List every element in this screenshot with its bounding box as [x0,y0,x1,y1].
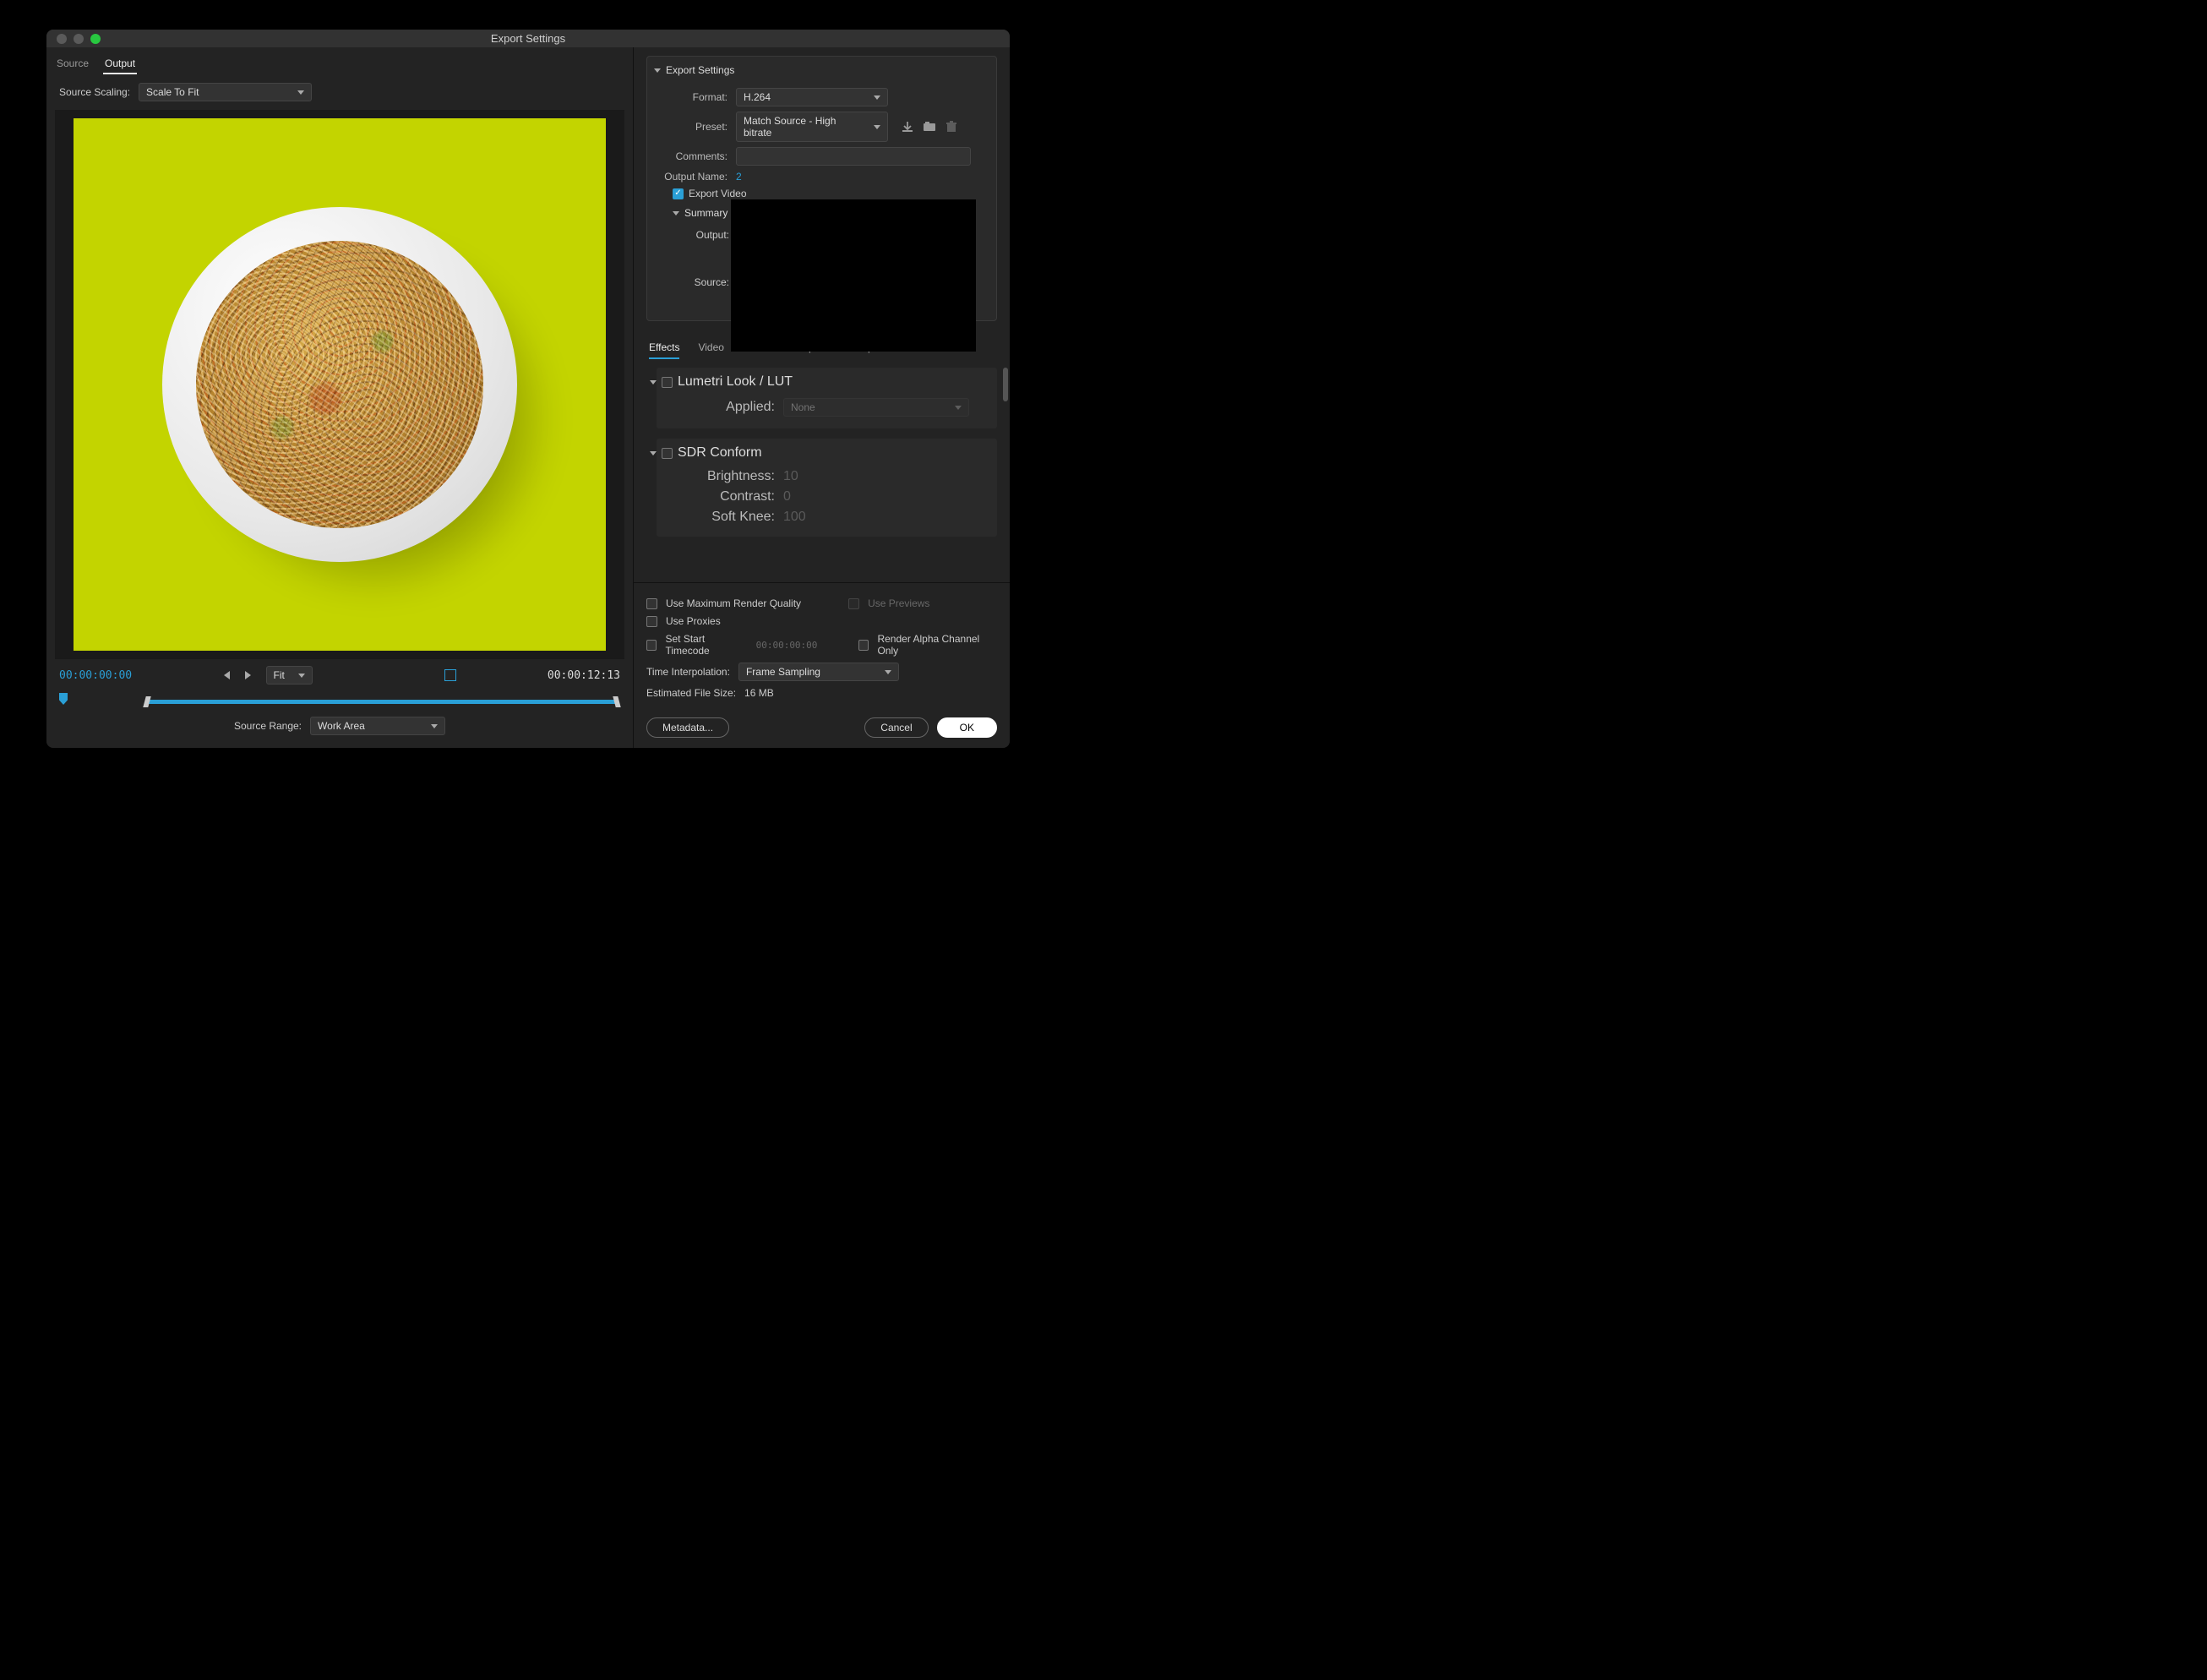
traffic-lights [46,34,101,44]
redacted-area [731,199,976,352]
tab-source[interactable]: Source [55,54,90,74]
start-timecode-checkbox[interactable] [646,640,657,651]
source-range-select[interactable]: Work Area [310,717,445,735]
preview-viewport [55,110,624,659]
tab-output[interactable]: Output [103,54,137,74]
chevron-down-icon [874,125,880,129]
playhead-icon[interactable] [59,693,68,705]
lumetri-header[interactable]: Lumetri Look / LUT [650,374,987,390]
window-title: Export Settings [491,32,565,45]
settings-panel: Export Settings Format: H.264 Preset: Ma… [634,47,1010,748]
next-frame-button[interactable] [245,671,251,679]
chevron-down-icon [885,670,891,674]
import-preset-icon[interactable] [923,120,936,134]
chevron-down-icon [654,68,661,73]
work-area-bar[interactable] [148,700,616,704]
max-render-checkbox[interactable] [646,598,657,609]
use-previews-label: Use Previews [868,597,929,609]
output-name-link[interactable]: 2 [736,171,742,183]
render-alpha-checkbox[interactable] [858,640,869,651]
cancel-button[interactable]: Cancel [864,717,928,738]
max-render-label: Use Maximum Render Quality [666,597,801,609]
use-proxies-checkbox[interactable] [646,616,657,627]
export-settings-header[interactable]: Export Settings [654,62,989,83]
tab-video[interactable]: Video [698,341,723,359]
export-video-checkbox[interactable] [673,188,684,199]
export-video-label: Export Video [689,188,747,199]
delete-preset-icon[interactable] [945,120,958,134]
source-range-label: Source Range: [234,720,302,732]
est-size-label: Estimated File Size: [646,687,736,699]
render-options: Use Maximum Render Quality Use Previews … [634,582,1010,713]
aspect-ratio-icon[interactable] [444,669,456,681]
comments-label: Comments: [654,150,736,162]
format-select[interactable]: H.264 [736,88,888,106]
preset-label: Preset: [654,121,736,133]
zoom-select[interactable]: Fit [266,666,313,685]
prev-frame-button[interactable] [224,671,230,679]
time-interpolation-label: Time Interpolation: [646,666,730,678]
chevron-down-icon [297,90,304,95]
preview-panel: Source Output Source Scaling: Scale To F… [46,47,634,748]
render-alpha-label: Render Alpha Channel Only [877,633,997,657]
output-name-label: Output Name: [654,171,736,183]
chevron-down-icon [955,406,962,410]
lumetri-checkbox[interactable] [662,377,673,388]
timeline-track[interactable] [59,693,620,710]
sdr-checkbox[interactable] [662,448,673,459]
chevron-down-icon [650,451,657,455]
minimize-window-icon[interactable] [74,34,84,44]
tab-effects[interactable]: Effects [649,341,679,359]
chevron-down-icon [650,380,657,385]
preview-image [74,118,606,651]
time-interpolation-select[interactable]: Frame Sampling [738,663,899,681]
chevron-down-icon [431,724,438,728]
applied-label: Applied: [667,400,783,415]
start-timecode-label: Set Start Timecode [665,633,747,657]
metadata-button[interactable]: Metadata... [646,717,729,738]
scrollbar[interactable] [1003,368,1008,401]
brightness-value[interactable]: 10 [783,469,798,484]
est-size-value: 16 MB [744,687,774,699]
softknee-label: Soft Knee: [667,510,783,525]
use-proxies-label: Use Proxies [666,615,721,627]
softknee-value[interactable]: 100 [783,510,806,525]
save-preset-icon[interactable] [901,120,914,134]
chevron-down-icon [874,95,880,100]
source-scaling-select[interactable]: Scale To Fit [139,83,312,101]
timeline: 00:00:00:00 Fit 00:00:12:13 [46,659,633,748]
titlebar: Export Settings [46,30,1010,47]
sdr-header[interactable]: SDR Conform [650,445,987,461]
export-settings-window: Export Settings Source Output Source Sca… [46,30,1010,748]
contrast-value[interactable]: 0 [783,489,791,505]
close-window-icon[interactable] [57,34,67,44]
format-label: Format: [654,91,736,103]
duration-timecode: 00:00:12:13 [548,669,620,682]
brightness-label: Brightness: [667,469,783,484]
comments-input[interactable] [736,147,971,166]
ok-button[interactable]: OK [937,717,997,738]
zoom-window-icon[interactable] [90,34,101,44]
use-previews-checkbox [848,598,859,609]
preset-select[interactable]: Match Source - High bitrate [736,112,888,142]
chevron-down-icon [298,674,305,678]
contrast-label: Contrast: [667,489,783,505]
chevron-down-icon [673,211,679,215]
start-timecode-value: 00:00:00:00 [756,640,818,651]
effects-body: Lumetri Look / LUT Applied: None [634,368,1010,582]
current-timecode[interactable]: 00:00:00:00 [59,669,132,682]
lumetri-applied-select: None [783,398,969,417]
source-scaling-label: Source Scaling: [59,86,130,98]
